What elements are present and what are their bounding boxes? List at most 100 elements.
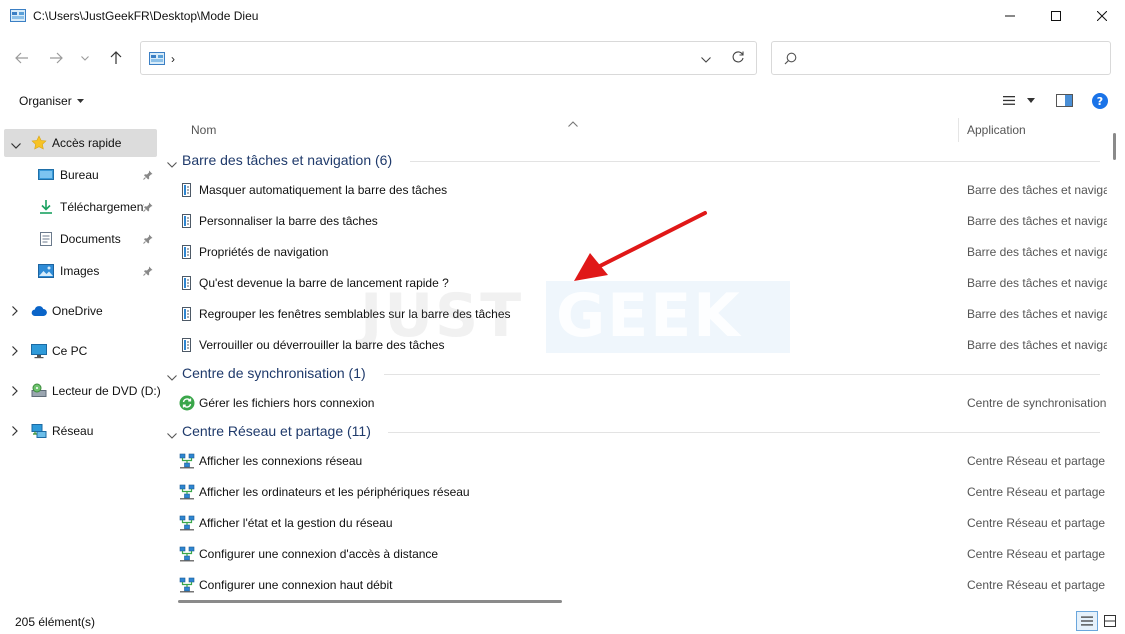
network-center-icon	[179, 577, 195, 593]
chevron-down-icon	[701, 57, 711, 63]
column-header-application[interactable]: Application	[967, 123, 1026, 137]
sidebar-item-acces-rapide[interactable]: Accès rapide	[4, 129, 157, 157]
taskbar-settings-icon	[179, 275, 195, 291]
documents-icon	[38, 231, 54, 247]
navigation-pane: Accès rapide Bureau Téléchargements Docu…	[0, 124, 161, 604]
item-name: Propriétés de navigation	[199, 245, 329, 259]
item-name: Verrouiller ou déverrouiller la barre de…	[199, 338, 445, 352]
sidebar-item-images[interactable]: Images	[4, 257, 157, 285]
details-view-button[interactable]	[1076, 611, 1098, 631]
sidebar-item-onedrive[interactable]: OneDrive	[4, 297, 157, 325]
list-view-icon	[1003, 96, 1015, 105]
item-application: Barre des tâches et navigat	[967, 307, 1107, 321]
vertical-scroll-thumb[interactable]	[1113, 133, 1116, 160]
up-button[interactable]	[104, 46, 128, 70]
item-application: Centre de synchronisation	[967, 396, 1107, 410]
sidebar-item-label: Ce PC	[52, 344, 88, 358]
item-name: Configurer une connexion haut débit	[199, 578, 393, 592]
large-icons-view-button[interactable]	[1099, 611, 1121, 631]
chevron-down-icon[interactable]	[11, 138, 21, 152]
close-button[interactable]	[1079, 0, 1125, 32]
chevron-right-icon[interactable]	[12, 345, 18, 359]
list-item[interactable]: Afficher l'état et la gestion du réseau …	[160, 509, 1110, 537]
maximize-button[interactable]	[1033, 0, 1079, 32]
breadcrumb-chevron[interactable]: ›	[171, 52, 175, 66]
star-icon	[31, 135, 47, 151]
column-divider[interactable]	[958, 118, 959, 142]
item-application: Barre des tâches et navigat	[967, 245, 1107, 259]
minimize-button[interactable]	[987, 0, 1033, 32]
list-item[interactable]: Configurer une connexion d'accès à dista…	[160, 540, 1110, 568]
list-item[interactable]: Afficher les connexions réseau Centre Ré…	[160, 447, 1110, 475]
taskbar-settings-icon	[179, 337, 195, 353]
sidebar-item-ce-pc[interactable]: Ce PC	[4, 337, 157, 365]
back-button[interactable]	[10, 46, 34, 70]
list-item[interactable]: Regrouper les fenêtres semblables sur la…	[160, 300, 1110, 328]
list-item[interactable]: Verrouiller ou déverrouiller la barre de…	[160, 331, 1110, 359]
search-box[interactable]	[771, 41, 1111, 75]
chevron-down-icon[interactable]	[167, 157, 177, 171]
sidebar-item-telechargements[interactable]: Téléchargements	[4, 193, 157, 221]
horizontal-scrollbar-thumb[interactable]	[178, 600, 562, 603]
sidebar-item-label: OneDrive	[52, 304, 103, 318]
preview-pane-button[interactable]	[1056, 94, 1073, 107]
item-name: Gérer les fichiers hors connexion	[199, 396, 375, 410]
sidebar-item-label: Images	[60, 264, 100, 278]
control-panel-icon	[10, 9, 26, 22]
recent-locations-button[interactable]	[75, 46, 95, 70]
caret-down-icon	[76, 99, 84, 103]
item-application: Barre des tâches et navigat	[967, 183, 1107, 197]
organiser-menu-button[interactable]: Organiser	[19, 94, 84, 108]
preview-pane-icon	[1056, 94, 1073, 107]
sidebar-item-label: Documents	[60, 232, 121, 246]
group-header[interactable]: Centre Réseau et partage (11)	[160, 418, 1110, 446]
vertical-scrollbar[interactable]	[1112, 133, 1118, 593]
chevron-right-icon[interactable]	[12, 425, 18, 439]
desktop-icon	[38, 167, 54, 183]
item-count: 205 élément(s)	[15, 615, 96, 629]
refresh-button[interactable]	[731, 50, 745, 67]
item-application: Barre des tâches et navigat	[967, 214, 1107, 228]
network-center-icon	[179, 453, 195, 469]
item-name: Afficher les connexions réseau	[199, 454, 363, 468]
pin-icon[interactable]	[143, 201, 153, 215]
view-details-button[interactable]	[1002, 95, 1016, 106]
column-headers: Nom Application	[160, 116, 1110, 144]
chevron-down-icon[interactable]	[167, 428, 177, 442]
sidebar-item-documents[interactable]: Documents	[4, 225, 157, 253]
pin-icon[interactable]	[143, 233, 153, 247]
item-application: Centre Réseau et partage	[967, 454, 1106, 468]
list-item[interactable]: Gérer les fichiers hors connexion Centre…	[160, 389, 1110, 417]
download-icon	[38, 199, 54, 215]
control-panel-icon	[149, 52, 165, 65]
list-item[interactable]: Configurer une connexion haut débit Cent…	[160, 571, 1110, 599]
address-bar[interactable]: ›	[140, 41, 757, 75]
list-item[interactable]: Afficher les ordinateurs et les périphér…	[160, 478, 1110, 506]
sync-icon	[179, 395, 195, 411]
images-icon	[38, 263, 54, 279]
pin-icon[interactable]	[143, 265, 153, 279]
search-input[interactable]	[806, 48, 1102, 68]
list-item[interactable]: Masquer automatiquement la barre des tâc…	[160, 176, 1110, 204]
sidebar-item-bureau[interactable]: Bureau	[4, 161, 157, 189]
address-history-dropdown[interactable]	[701, 52, 711, 66]
sidebar-item-reseau[interactable]: Réseau	[4, 417, 157, 445]
chevron-right-icon[interactable]	[12, 305, 18, 319]
arrow-up-icon	[110, 51, 122, 64]
item-name: Masquer automatiquement la barre des tâc…	[199, 183, 448, 197]
pin-icon[interactable]	[143, 169, 153, 183]
view-options-dropdown[interactable]	[1027, 98, 1035, 103]
item-application: Centre Réseau et partage	[967, 516, 1106, 530]
help-button[interactable]: ?	[1092, 93, 1108, 109]
group-header[interactable]: Barre des tâches et navigation (6)	[160, 147, 1110, 175]
group-header[interactable]: Centre de synchronisation (1)	[160, 360, 1110, 388]
sidebar-item-label: Bureau	[60, 168, 99, 182]
chevron-down-icon[interactable]	[167, 370, 177, 384]
item-name: Afficher les ordinateurs et les périphér…	[199, 485, 470, 499]
maximize-icon	[1051, 11, 1061, 21]
sidebar-item-dvd[interactable]: Lecteur de DVD (D:)	[4, 377, 161, 405]
item-name: Regrouper les fenêtres semblables sur la…	[199, 307, 511, 321]
forward-button[interactable]	[44, 46, 68, 70]
column-header-name[interactable]: Nom	[191, 123, 216, 137]
chevron-right-icon[interactable]	[12, 385, 18, 399]
